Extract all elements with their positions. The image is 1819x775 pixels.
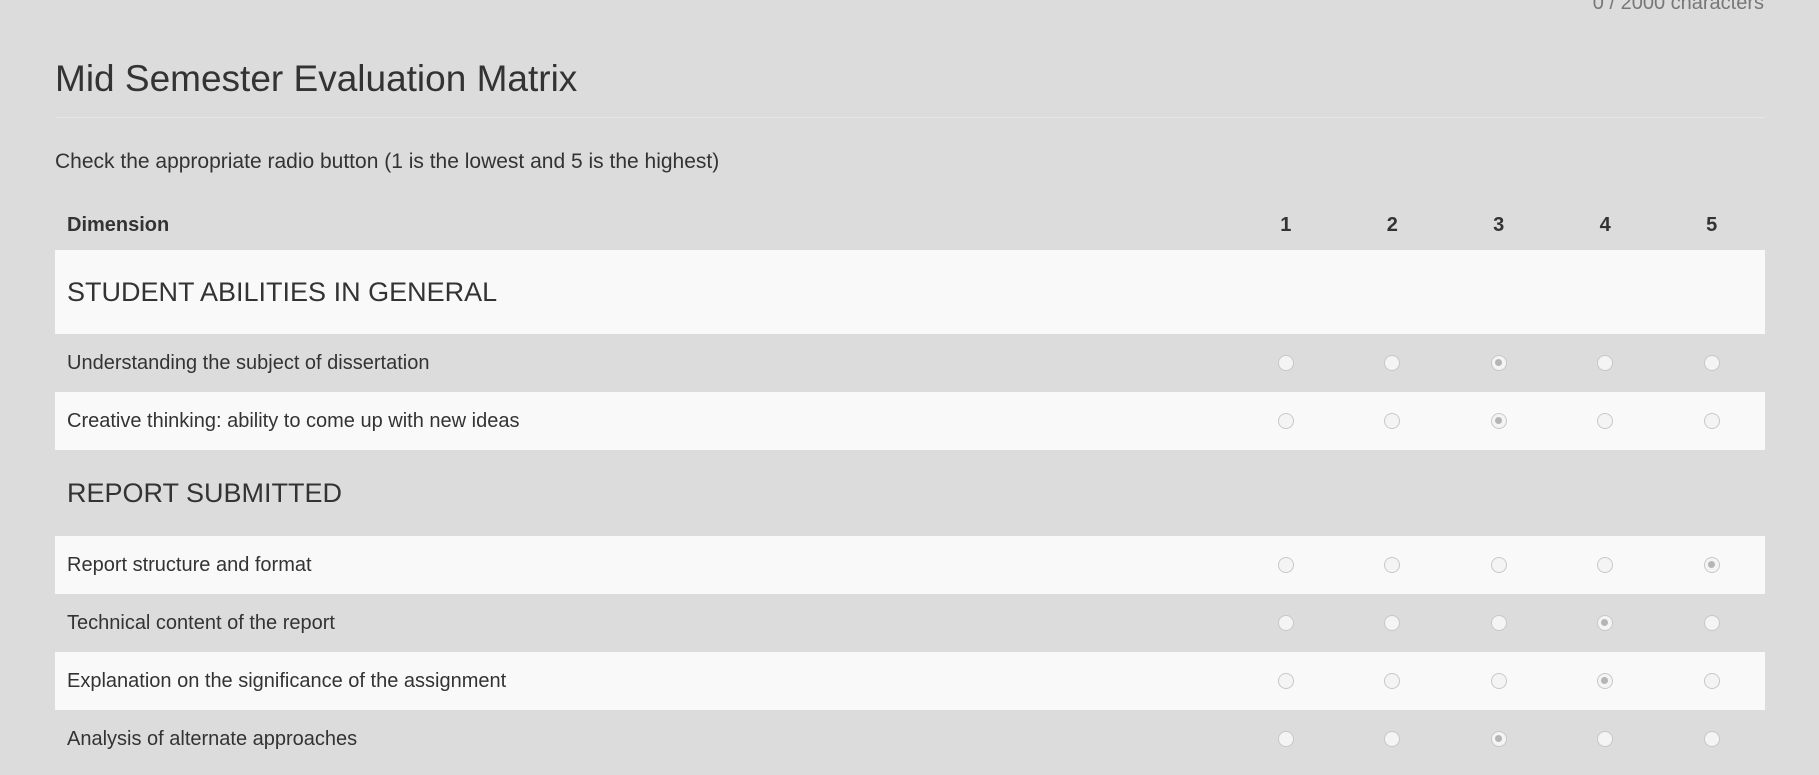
rating-radio-2[interactable] [1384,413,1401,430]
rating-radio-1[interactable] [1277,731,1294,748]
rating-radio-2[interactable] [1384,731,1401,748]
rating-radio-5[interactable] [1703,673,1720,690]
header-row: Dimension 1 2 3 4 5 [55,200,1765,250]
table-row: Creative thinking: ability to come up wi… [55,392,1765,450]
rating-radio-2[interactable] [1384,615,1401,632]
section-row: STUDENT ABILITIES IN GENERAL [55,250,1765,334]
rating-radio-5[interactable] [1703,413,1720,430]
character-counter: 0 / 2000 characters [1592,0,1764,14]
rating-radio-4[interactable] [1597,355,1614,372]
rating-radio-4[interactable] [1597,413,1614,430]
dimension-label: Creative thinking: ability to come up wi… [55,392,1233,450]
section-title: STUDENT ABILITIES IN GENERAL [55,250,1765,334]
score-header-4: 4 [1599,213,1611,236]
rating-radio-1[interactable] [1277,673,1294,690]
dimension-label: Technical content of the report [67,611,335,634]
rating-radio-5[interactable] [1703,731,1720,748]
rating-radio-3[interactable] [1490,615,1507,632]
score-header-5: 5 [1706,213,1718,236]
table-row: Explanation on the significance of the a… [55,652,1765,710]
rating-radio-4[interactable] [1597,615,1614,632]
score-header-3: 3 [1493,213,1505,236]
table-row: Understanding the subject of dissertatio… [55,334,1765,392]
rating-radio-3[interactable] [1490,673,1507,690]
rating-radio-1[interactable] [1277,557,1294,574]
score-header-2: 2 [1386,213,1398,236]
score-header-1: 1 [1280,213,1292,236]
dimension-label: Explanation on the significance of the a… [55,652,1233,710]
instructions-text: Check the appropriate radio button (1 is… [55,150,720,173]
rating-radio-4[interactable] [1597,731,1614,748]
rating-radio-1[interactable] [1277,355,1294,372]
dimension-label: Understanding the subject of dissertatio… [67,351,430,374]
rating-radio-2[interactable] [1384,673,1401,690]
dimension-header: Dimension [67,213,170,236]
table-row: Analysis of alternate approaches [55,710,1765,768]
section-row: REPORT SUBMITTED [55,450,1765,536]
rating-radio-3[interactable] [1490,413,1507,430]
title-divider [55,117,1765,118]
rating-radio-1[interactable] [1277,615,1294,632]
table-row: Report structure and format [55,536,1765,594]
dimension-label: Analysis of alternate approaches [67,727,358,750]
dimension-label: Report structure and format [55,536,1233,594]
rating-radio-4[interactable] [1597,673,1614,690]
rating-radio-4[interactable] [1597,557,1614,574]
evaluation-matrix: Dimension 1 2 3 4 5 STUDENT ABILITIES IN… [55,200,1765,768]
rating-radio-5[interactable] [1703,557,1720,574]
section-title: REPORT SUBMITTED [67,477,343,508]
rating-radio-3[interactable] [1490,557,1507,574]
rating-radio-5[interactable] [1703,355,1720,372]
rating-radio-1[interactable] [1277,413,1294,430]
page-title: Mid Semester Evaluation Matrix [55,58,578,99]
rating-radio-3[interactable] [1490,731,1507,748]
rating-radio-5[interactable] [1703,615,1720,632]
rating-radio-2[interactable] [1384,557,1401,574]
rating-radio-2[interactable] [1384,355,1401,372]
table-row: Technical content of the report [55,594,1765,652]
rating-radio-3[interactable] [1490,355,1507,372]
